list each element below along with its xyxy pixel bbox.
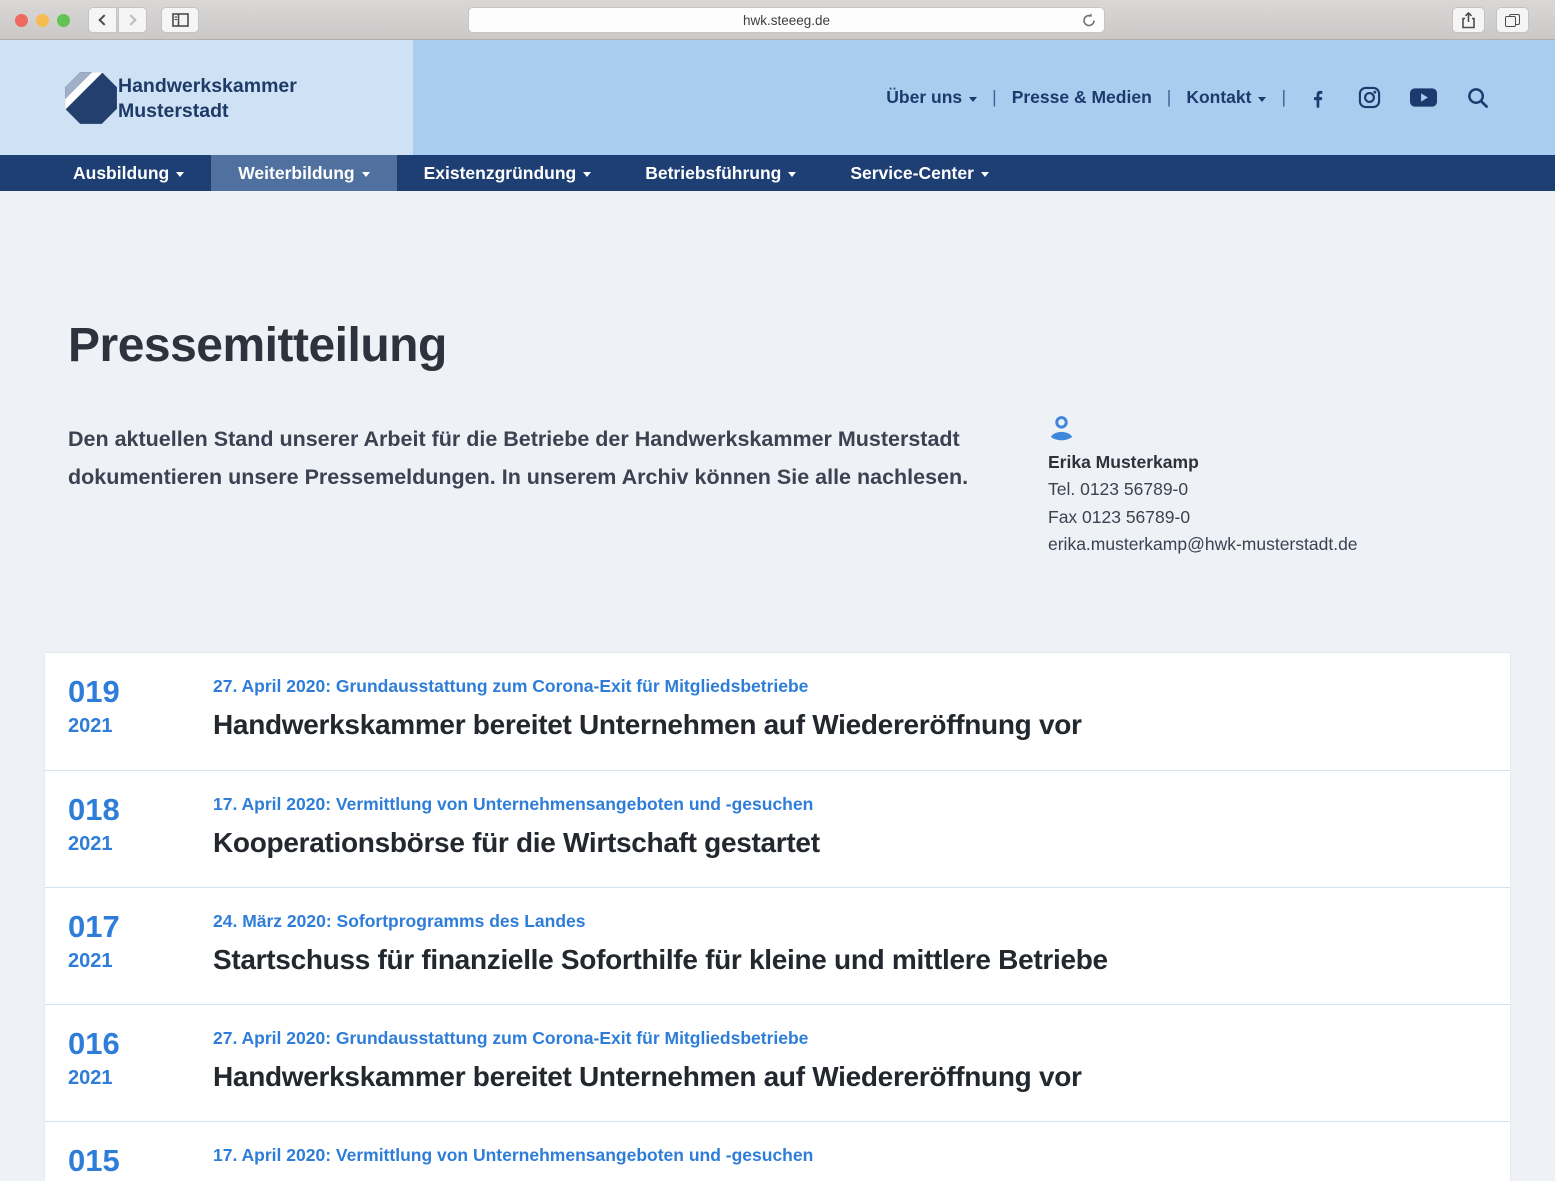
utility-link-label: Presse & Medien [1012,87,1152,108]
nav-item-label: Betriebsführung [645,163,781,184]
browser-toolbar: hwk.steeeg.de [0,0,1555,40]
chevron-right-icon [125,14,136,25]
press-number-block: 017 2021 [68,910,198,973]
close-window-button[interactable] [15,14,28,27]
contact-tel: Tel. 0123 56789-0 [1048,476,1358,504]
sidebar-icon [172,13,189,27]
utility-link-kontakt[interactable]: Kontakt [1186,87,1266,108]
press-date-link[interactable]: 24. März 2020: Sofortprogramms des Lande… [213,910,1480,932]
facebook-link[interactable] [1307,87,1329,109]
contact-email[interactable]: erika.musterkamp@hwk-musterstadt.de [1048,531,1358,559]
facebook-icon [1307,87,1329,109]
minimize-window-button[interactable] [36,14,49,27]
utility-link-ueber-uns[interactable]: Über uns [886,87,977,108]
chevron-left-icon [98,14,109,25]
utility-link-presse-medien[interactable]: Presse & Medien [1012,87,1152,108]
press-year: 2021 [68,832,198,856]
back-button[interactable] [88,7,117,33]
press-number-block: 018 2021 [68,793,198,856]
press-number-block: 015 2021 [68,1144,198,1181]
share-icon [1461,12,1476,29]
press-number: 019 [68,675,198,708]
press-number-block: 016 2021 [68,1027,198,1090]
press-date-link[interactable]: 27. April 2020: Grundausstattung zum Cor… [213,675,1480,697]
person-icon [1048,415,1075,442]
utility-link-label: Über uns [886,87,962,108]
chevron-down-icon [981,172,989,177]
youtube-icon [1410,87,1437,108]
search-button[interactable] [1466,86,1489,109]
nav-item-betriebsfuehrung[interactable]: Betriebsführung [618,155,823,191]
press-date-link[interactable]: 27. April 2020: Grundausstattung zum Cor… [213,1027,1480,1049]
press-headline-link[interactable]: Handwerkskammer bereitet Unternehmen auf… [213,1060,1480,1094]
intro-text: Den aktuellen Stand unserer Arbeit für d… [68,420,973,496]
chevron-down-icon [176,172,184,177]
instagram-icon [1358,86,1381,109]
nav-item-existenzgruendung[interactable]: Existenzgründung [397,155,619,191]
reload-icon[interactable] [1081,12,1097,29]
share-button[interactable] [1452,7,1485,33]
contact-name: Erika Musterkamp [1048,449,1358,476]
brand-line2: Musterstadt [118,99,297,124]
press-headline-link[interactable]: Handwerkskammer bereitet Unternehmen auf… [213,708,1480,742]
main-navigation: Ausbildung Weiterbildung Existenzgründun… [0,155,1555,191]
press-release-row[interactable]: 019 2021 27. April 2020: Grundausstattun… [45,653,1510,770]
press-number: 018 [68,793,198,826]
page-title: Pressemitteilung [68,318,447,374]
nav-item-label: Weiterbildung [238,163,354,184]
utility-separator: | [1281,87,1286,108]
press-year: 2021 [68,949,198,973]
press-release-list: 019 2021 27. April 2020: Grundausstattun… [45,653,1510,1181]
contact-card: Erika Musterkamp Tel. 0123 56789-0 Fax 0… [1048,415,1358,559]
zoom-window-button[interactable] [57,14,70,27]
nav-item-label: Ausbildung [73,163,169,184]
chevron-down-icon [1258,97,1266,102]
tabs-icon [1505,14,1520,27]
press-release-row[interactable]: 018 2021 17. April 2020: Vermittlung von… [45,770,1510,887]
youtube-link[interactable] [1410,87,1437,108]
press-headline-link[interactable]: Kooperationsbörse für die Wirtschaft ges… [213,826,1480,860]
press-number: 017 [68,910,198,943]
nav-item-service-center[interactable]: Service-Center [823,155,1016,191]
press-date-link[interactable]: 17. April 2020: Vermittlung von Unterneh… [213,793,1480,815]
url-text: hwk.steeeg.de [743,13,830,28]
hwk-logo[interactable] [64,71,118,125]
utility-separator: | [1167,87,1172,108]
chevron-down-icon [583,172,591,177]
nav-item-label: Existenzgründung [424,163,577,184]
forward-button[interactable] [118,7,147,33]
nav-item-label: Service-Center [850,163,974,184]
press-release-row[interactable]: 017 2021 24. März 2020: Sofortprogramms … [45,887,1510,1004]
instagram-link[interactable] [1358,86,1381,109]
press-year: 2021 [68,1066,198,1090]
press-date-link[interactable]: 17. April 2020: Vermittlung von Unterneh… [213,1144,1480,1166]
brand-wordmark[interactable]: Handwerkskammer Musterstadt [118,74,297,124]
brand-line1: Handwerkskammer [118,74,297,99]
nav-item-ausbildung[interactable]: Ausbildung [46,155,211,191]
tab-overview-button[interactable] [1496,7,1529,33]
press-number-block: 019 2021 [68,675,198,738]
utility-nav: Über uns | Presse & Medien | Kontakt | [886,40,1489,155]
press-number: 015 [68,1144,198,1177]
contact-fax: Fax 0123 56789-0 [1048,504,1358,532]
press-release-row[interactable]: 015 2021 17. April 2020: Vermittlung von… [45,1121,1510,1181]
press-headline-link[interactable]: Startschuss für finanzielle Soforthilfe … [213,943,1480,977]
nav-item-weiterbildung[interactable]: Weiterbildung [211,155,396,191]
press-number: 016 [68,1027,198,1060]
utility-link-label: Kontakt [1186,87,1251,108]
utility-separator: | [992,87,997,108]
chevron-down-icon [969,97,977,102]
search-icon [1466,86,1489,109]
sidebar-toggle-button[interactable] [161,7,199,33]
site-header: Handwerkskammer Musterstadt Über uns | P… [0,40,1555,155]
address-bar[interactable]: hwk.steeeg.de [468,7,1105,33]
press-year: 2021 [68,714,198,738]
chevron-down-icon [362,172,370,177]
chevron-down-icon [788,172,796,177]
press-release-row[interactable]: 016 2021 27. April 2020: Grundausstattun… [45,1004,1510,1121]
